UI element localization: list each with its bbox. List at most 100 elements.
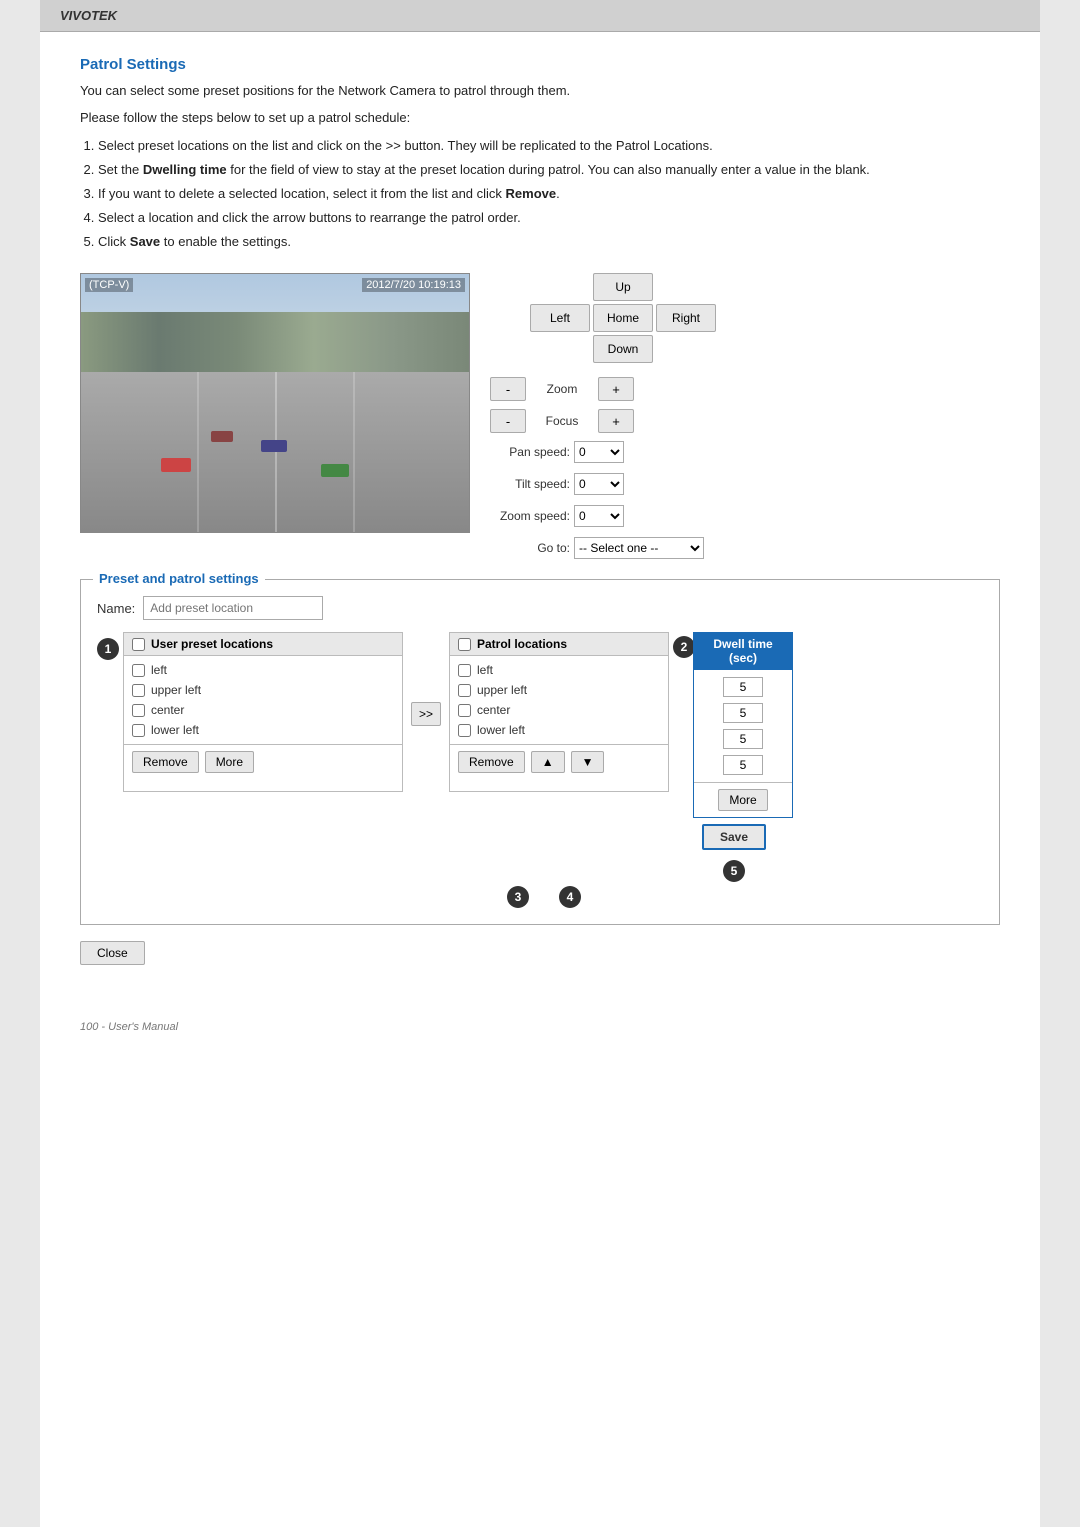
step-circle-1: 1 (97, 638, 119, 660)
ptz-controls: Up Left Home Right Down - Zoom + (490, 273, 1000, 559)
patrol-up-button[interactable]: ▲ (531, 751, 565, 773)
goto-label: Go to: (490, 541, 570, 555)
dwell-header-line2: (sec) (702, 651, 784, 665)
dwell-item (694, 674, 792, 700)
description2: Please follow the steps below to set up … (80, 108, 1000, 129)
down-button[interactable]: Down (593, 335, 653, 363)
preset-box: Preset and patrol settings Name: 1 User … (80, 579, 1000, 925)
pan-speed-select[interactable]: 0123 (574, 441, 624, 463)
save-button[interactable]: Save (702, 824, 766, 850)
focus-row: - Focus + (490, 409, 1000, 433)
tilt-speed-row: Tilt speed: 0123 (490, 473, 1000, 495)
list-item: center (124, 700, 402, 720)
patrol-section: Patrol locations left upper left (449, 632, 793, 882)
patrol-select-all[interactable] (458, 638, 471, 651)
item-upper-left-checkbox[interactable] (132, 684, 145, 697)
zoom-speed-label: Zoom speed: (490, 509, 570, 523)
step-2: Set the Dwelling time for the field of v… (98, 159, 1000, 181)
tilt-speed-select[interactable]: 0123 (574, 473, 624, 495)
user-preset-panel: User preset locations left upper left (123, 632, 403, 792)
dir-empty-bl (530, 335, 590, 363)
patrol-upper-left-checkbox[interactable] (458, 684, 471, 697)
patrol-header: Patrol locations (450, 633, 668, 656)
up-button[interactable]: Up (593, 273, 653, 301)
direction-grid: Up Left Home Right Down (530, 273, 1000, 363)
left-button[interactable]: Left (530, 304, 590, 332)
goto-select[interactable]: -- Select one -- (574, 537, 704, 559)
user-preset-title: User preset locations (151, 637, 273, 651)
list-item: center (450, 700, 668, 720)
item-center-checkbox[interactable] (132, 704, 145, 717)
dwell-input-3[interactable] (723, 729, 763, 749)
home-button[interactable]: Home (593, 304, 653, 332)
item-left-label: left (151, 663, 167, 677)
right-button[interactable]: Right (656, 304, 716, 332)
user-preset-list: left upper left center lower left (124, 656, 402, 744)
patrol-left-label: left (477, 663, 493, 677)
patrol-remove-button[interactable]: Remove (458, 751, 525, 773)
brand-bar: VIVOTEK (40, 0, 1040, 32)
camera-view: (TCP-V) 2012/7/20 10:19:13 (80, 273, 470, 533)
tilt-speed-label: Tilt speed: (490, 477, 570, 491)
camera-controls-area: (TCP-V) 2012/7/20 10:19:13 Up Left Home … (80, 273, 1000, 559)
item-lower-left-checkbox[interactable] (132, 724, 145, 737)
item-center-label: center (151, 703, 184, 717)
dir-empty-tl (530, 273, 590, 301)
patrol-down-button[interactable]: ▼ (571, 751, 605, 773)
item-lower-left-label: lower left (151, 723, 199, 737)
car-1 (161, 458, 191, 472)
pan-speed-row: Pan speed: 0123 (490, 441, 1000, 463)
user-preset-select-all[interactable] (132, 638, 145, 651)
patrol-lower-left-checkbox[interactable] (458, 724, 471, 737)
focus-plus-button[interactable]: + (598, 409, 634, 433)
camera-timestamp: 2012/7/20 10:19:13 (362, 278, 465, 292)
patrol-center-checkbox[interactable] (458, 704, 471, 717)
car-3 (321, 464, 349, 477)
step-5: Click Save to enable the settings. (98, 231, 1000, 253)
dwell-item (694, 700, 792, 726)
dwell-input-1[interactable] (723, 677, 763, 697)
dwell-input-4[interactable] (723, 755, 763, 775)
patrol-upper-left-label: upper left (477, 683, 527, 697)
description1: You can select some preset positions for… (80, 81, 1000, 102)
name-label: Name: (97, 601, 135, 616)
dwell-input-2[interactable] (723, 703, 763, 723)
name-row: Name: (97, 596, 983, 620)
zoom-speed-select[interactable]: 0123 (574, 505, 624, 527)
user-preset-remove-button[interactable]: Remove (132, 751, 199, 773)
patrol-panel: Patrol locations left upper left (449, 632, 669, 792)
close-area: Close (80, 941, 1000, 965)
list-item: left (124, 660, 402, 680)
item-left-checkbox[interactable] (132, 664, 145, 677)
list-item: upper left (124, 680, 402, 700)
dwell-list (694, 670, 792, 782)
step-4: Select a location and click the arrow bu… (98, 207, 1000, 229)
footer: 100 - User's Manual (40, 1005, 1040, 1049)
goto-row: Go to: -- Select one -- (490, 537, 1000, 559)
zoom-speed-row: Zoom speed: 0123 (490, 505, 1000, 527)
dir-empty-br (656, 335, 716, 363)
zoom-minus-button[interactable]: - (490, 377, 526, 401)
camera-label: (TCP-V) (85, 278, 133, 292)
dwell-header: Dwell time (sec) (694, 633, 792, 670)
patrol-title: Patrol locations (477, 637, 567, 651)
brand-label: VIVOTEK (60, 8, 117, 23)
dwell-header-line1: Dwell time (702, 637, 784, 651)
zoom-plus-button[interactable]: + (598, 377, 634, 401)
save-area: Save 5 (669, 818, 793, 882)
patrol-left-checkbox[interactable] (458, 664, 471, 677)
step-1: Select preset locations on the list and … (98, 135, 1000, 157)
car-2 (261, 440, 287, 452)
dwell-more-button[interactable]: More (718, 789, 767, 811)
patrol-btn-row: Remove ▲ ▼ (450, 744, 668, 779)
patrol-list: left upper left center (450, 656, 668, 744)
name-input[interactable] (143, 596, 323, 620)
dwell-item (694, 726, 792, 752)
user-preset-more-button[interactable]: More (205, 751, 254, 773)
transfer-button[interactable]: >> (411, 702, 441, 726)
preset-box-legend: Preset and patrol settings (93, 571, 265, 586)
focus-minus-button[interactable]: - (490, 409, 526, 433)
close-button[interactable]: Close (80, 941, 145, 965)
list-item: lower left (450, 720, 668, 740)
transfer-col: >> (403, 632, 449, 726)
